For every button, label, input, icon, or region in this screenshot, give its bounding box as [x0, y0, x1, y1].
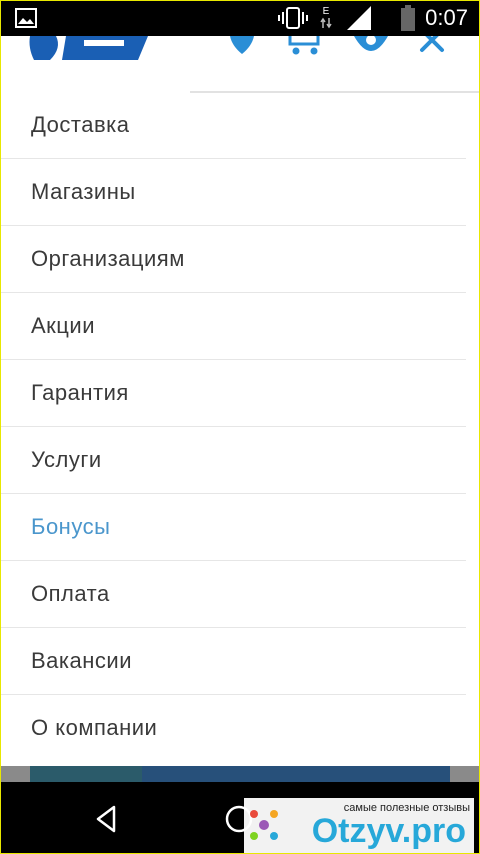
- watermark-logo-icon: [246, 806, 282, 846]
- banner-strip-right: [142, 766, 450, 782]
- menu-item-organizations[interactable]: Организациям: [0, 226, 466, 293]
- menu-item-bonuses[interactable]: Бонусы: [0, 494, 466, 561]
- signal-icon: [344, 0, 374, 36]
- data-arrows-icon: E: [318, 0, 334, 36]
- banner-strip-left: [30, 766, 142, 782]
- network-type-label: E: [322, 6, 330, 17]
- menu-item-label: Бонусы: [31, 514, 111, 539]
- image-notification-icon: [12, 0, 40, 36]
- site-header: [0, 28, 480, 92]
- menu-item-promotions[interactable]: Акции: [0, 293, 466, 360]
- menu-item-label: Доставка: [31, 112, 130, 137]
- menu-item-label: Магазины: [31, 179, 136, 204]
- menu-item-label: Оплата: [31, 581, 110, 606]
- menu-item-services[interactable]: Услуги: [0, 427, 466, 494]
- menu-item-warranty[interactable]: Гарантия: [0, 360, 466, 427]
- site-logo[interactable]: [28, 36, 152, 62]
- menu-item-delivery[interactable]: Доставка: [0, 92, 466, 159]
- menu-item-vacancies[interactable]: Вакансии: [0, 628, 466, 695]
- menu-item-label: Акции: [31, 313, 95, 338]
- user-icon[interactable]: [352, 35, 390, 56]
- watermark: самые полезные отзывы Otzyv.pro: [244, 798, 474, 854]
- vibrate-icon: [276, 0, 310, 36]
- status-bar: E 0:07: [0, 0, 480, 36]
- menu-item-label: Организациям: [31, 246, 185, 271]
- battery-icon: [398, 0, 418, 36]
- menu-item-payment[interactable]: Оплата: [0, 561, 466, 628]
- menu-item-label: Гарантия: [31, 380, 129, 405]
- main-menu: Доставка Магазины Организациям Акции Гар…: [0, 92, 466, 761]
- close-icon[interactable]: [418, 28, 448, 56]
- menu-item-stores[interactable]: Магазины: [0, 159, 466, 226]
- cart-icon[interactable]: [286, 36, 326, 56]
- watermark-brand: Otzyv.pro: [311, 812, 466, 850]
- menu-item-label: Вакансии: [31, 648, 132, 673]
- back-icon[interactable]: [92, 804, 122, 834]
- menu-item-label: Услуги: [31, 447, 102, 472]
- status-time: 0:07: [425, 5, 468, 30]
- menu-item-about[interactable]: О компании: [0, 695, 466, 761]
- menu-item-label: О компании: [31, 715, 158, 740]
- location-pin-icon[interactable]: [228, 36, 256, 56]
